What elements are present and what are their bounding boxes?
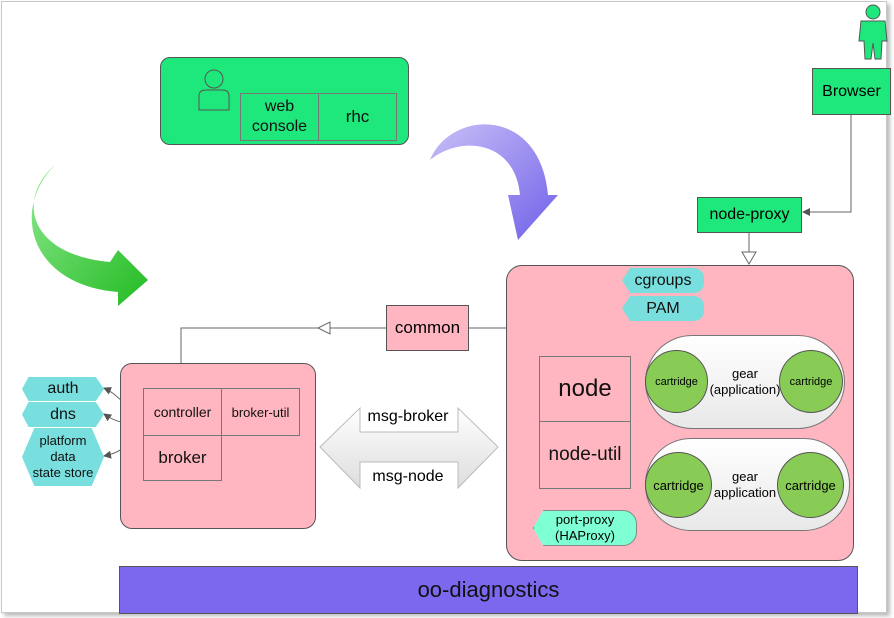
browser-user-icon — [858, 4, 888, 60]
architecture-diagram: web console rhc Browser node-proxy commo… — [0, 0, 894, 618]
node-util: node-util — [539, 421, 631, 489]
browser-box: Browser — [812, 68, 891, 115]
cartridge: cartridge — [779, 350, 843, 413]
green-curved-arrow — [31, 165, 148, 306]
cartridge: cartridge — [777, 452, 844, 518]
cartridge: cartridge — [645, 350, 708, 413]
datastore-service: platform data state store — [22, 428, 104, 486]
auth-service: auth — [22, 377, 104, 401]
cgroups: cgroups — [622, 268, 704, 293]
purple-curved-arrow — [430, 124, 558, 240]
msg-broker-label: msg-broker — [367, 408, 449, 425]
node-proxy-box: node-proxy — [697, 197, 802, 233]
cartridge: cartridge — [645, 452, 712, 518]
rhc: rhc — [318, 93, 397, 141]
broker-util: broker-util — [221, 388, 300, 436]
msg-node-label: msg-node — [372, 468, 444, 485]
controller: controller — [143, 388, 222, 436]
port-proxy: port-proxy (HAProxy) — [533, 510, 637, 546]
gear-1-label: gear (application) — [709, 366, 781, 397]
user-icon — [198, 69, 230, 111]
node: node — [539, 356, 631, 422]
pam: PAM — [622, 296, 704, 321]
broker: broker — [143, 435, 222, 481]
oo-diagnostics-bar: oo-diagnostics — [119, 566, 858, 614]
web-console: web console — [240, 93, 319, 141]
common-box: common — [386, 305, 469, 351]
dns-service: dns — [22, 402, 104, 427]
